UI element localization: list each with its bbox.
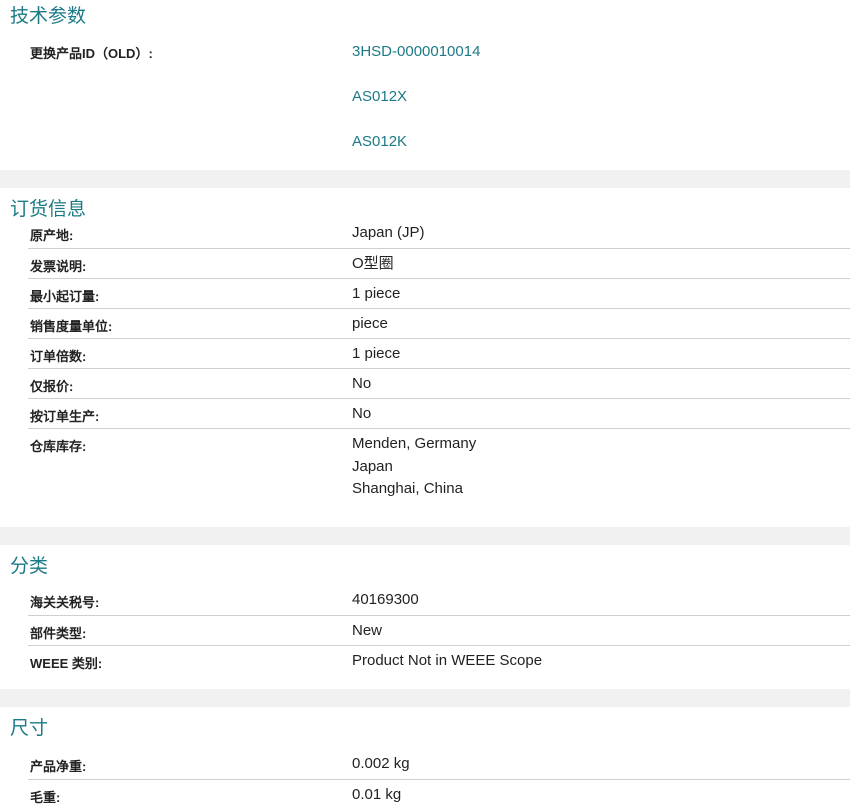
section-dimensions: 尺寸 产品净重: 0.002 kg 毛重: 0.01 kg [0,707,850,811]
class-label: WEEE 类别: [30,656,103,671]
order-row-warehouse: 仓库库存: Menden, Germany Japan Shanghai, Ch… [28,428,850,507]
order-value: O型圈 [352,255,394,272]
order-row-quote-only: 仅报价: No [28,368,850,398]
class-row-part-type: 部件类型: New [28,615,850,645]
section-divider [0,527,850,545]
order-label: 发票说明: [30,259,87,274]
section-title-tech-specs: 技术参数 [10,6,87,27]
class-row-customs: 海关关税号: 40169300 [28,585,850,615]
replacement-id-link[interactable]: AS012X [352,88,850,133]
replacement-id-link[interactable]: AS012K [352,133,850,178]
order-value: Japan (JP) [352,224,425,241]
warehouse-item: Japan [352,457,393,475]
order-row-origin: 原产地: Japan (JP) [28,218,850,248]
section-classification: 分类 海关关税号: 40169300 部件类型: New WEEE 类别: Pr… [0,545,850,689]
replacement-id-label: 更换产品ID（OLD）: [30,46,153,61]
section-title-classification: 分类 [10,556,49,577]
section-tech-specs: 技术参数 更换产品ID（OLD）: 3HSD-0000010014 AS012X… [0,0,850,170]
class-row-weee: WEEE 类别: Product Not in WEEE Scope [28,645,850,675]
section-title-ordering-info: 订货信息 [10,199,87,220]
order-row-order-multiple: 订单倍数: 1 piece [28,338,850,368]
warehouse-item: Menden, Germany [352,435,477,452]
order-value: piece [352,315,388,332]
section-divider [0,689,850,707]
section-title-dimensions: 尺寸 [10,718,49,739]
replacement-id-row: 更换产品ID（OLD）: 3HSD-0000010014 AS012X AS01… [28,29,850,170]
dim-label: 产品净重: [30,759,87,774]
class-value: New [352,622,383,639]
dim-row-net-weight: 产品净重: 0.002 kg [28,749,850,779]
order-label: 订单倍数: [30,349,87,364]
replacement-id-list: 3HSD-0000010014 AS012X AS012K [352,29,850,178]
dim-value: 0.002 kg [352,755,410,772]
order-value: 1 piece [352,285,401,302]
order-value: No [352,405,372,422]
replacement-id-link[interactable]: 3HSD-0000010014 [352,43,850,88]
warehouse-label: 仓库库存: [30,439,87,454]
warehouse-list: Menden, Germany Japan Shanghai, China [352,429,850,501]
order-row-make-to-order: 按订单生产: No [28,398,850,428]
order-label: 仅报价: [30,379,74,394]
warehouse-item: Shanghai, China [352,480,463,497]
section-ordering-info: 订货信息 原产地: Japan (JP) 发票说明: O型圈 最小起订量: 1 … [0,188,850,527]
dim-label: 毛重: [30,790,61,805]
class-value: 40169300 [352,591,419,608]
order-row-min-qty: 最小起订量: 1 piece [28,278,850,308]
dim-value: 0.01 kg [352,786,402,803]
order-label: 销售度量单位: [30,319,113,334]
order-row-invoice-desc: 发票说明: O型圈 [28,248,850,278]
class-label: 部件类型: [30,626,87,641]
order-label: 原产地: [30,228,74,243]
order-label: 最小起订量: [30,289,100,304]
dim-row-gross-weight: 毛重: 0.01 kg [28,779,850,809]
class-label: 海关关税号: [30,595,100,610]
order-value: No [352,375,372,392]
order-row-sales-uom: 销售度量单位: piece [28,308,850,338]
order-value: 1 piece [352,345,401,362]
order-label: 按订单生产: [30,409,100,424]
class-value: Product Not in WEEE Scope [352,652,543,669]
